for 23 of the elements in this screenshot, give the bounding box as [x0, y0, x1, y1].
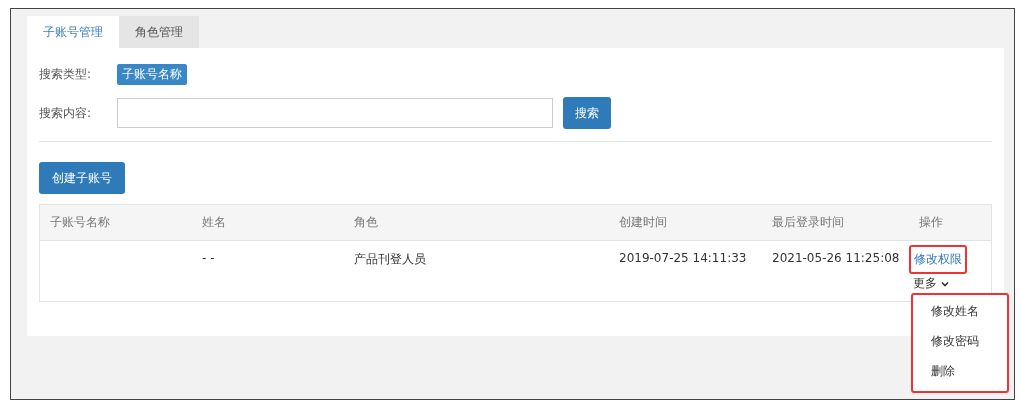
- column-header: 最后登录时间: [771, 214, 845, 231]
- search-field[interactable]: [117, 98, 553, 128]
- table-cell: 2021-05-26 11:25:08: [772, 251, 900, 265]
- search-button[interactable]: 搜索: [563, 97, 611, 129]
- menu-item[interactable]: 修改姓名: [913, 298, 1007, 328]
- tab[interactable]: 子账号管理: [27, 16, 119, 48]
- column-header: 姓名: [201, 214, 227, 231]
- search-type-label: 搜索类型:: [39, 66, 93, 83]
- column-header: 创建时间: [618, 214, 668, 231]
- search-content-label: 搜索内容:: [39, 104, 93, 122]
- column-header: 角色: [353, 214, 379, 231]
- column-header: 操作: [918, 214, 944, 231]
- column-header: 子账号名称: [49, 214, 111, 231]
- table-cell: - -: [202, 251, 215, 265]
- tab[interactable]: 角色管理: [119, 16, 199, 48]
- menu-item[interactable]: 修改密码: [913, 328, 1007, 358]
- table-cell: 产品刊登人员: [354, 252, 426, 266]
- create-button[interactable]: 创建子账号: [39, 162, 125, 194]
- search-type-tag[interactable]: 子账号名称: [117, 64, 187, 85]
- edit-permission-link[interactable]: 修改权限: [909, 245, 967, 274]
- table-cell: 2019-07-25 14:11:33: [619, 251, 747, 265]
- menu-item[interactable]: 删除: [913, 358, 1007, 388]
- more-dropdown[interactable]: 更多: [909, 275, 950, 292]
